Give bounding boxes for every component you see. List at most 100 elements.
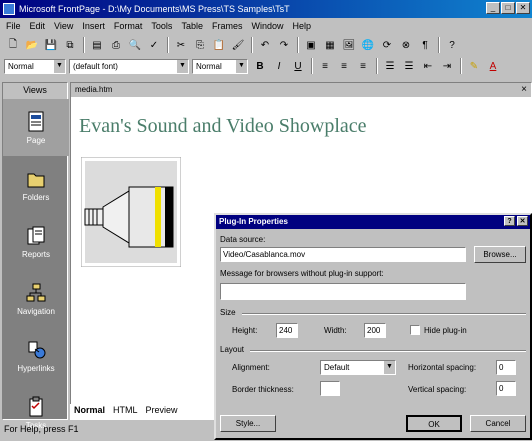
bold-icon[interactable]: B	[251, 58, 269, 74]
close-icon[interactable]: ×	[521, 83, 527, 96]
view-folders-label: Folders	[22, 192, 50, 202]
chevron-down-icon: ▼	[177, 59, 188, 73]
page-heading[interactable]: Evan's Sound and Video Showplace	[79, 115, 367, 138]
width-field[interactable]: 200	[364, 323, 386, 338]
cancel-button[interactable]: Cancel	[470, 415, 526, 432]
paste-icon[interactable]: 📋	[210, 37, 228, 53]
height-field[interactable]: 240	[276, 323, 298, 338]
menu-view[interactable]: View	[54, 21, 73, 31]
menu-help[interactable]: Help	[292, 21, 311, 31]
align-center-icon[interactable]: ≡	[335, 58, 353, 74]
tab-preview[interactable]: Preview	[142, 404, 182, 420]
size-select[interactable]: Normal ▼	[192, 58, 248, 74]
dialog-title: Plug-In Properties	[219, 217, 288, 226]
views-header: Views	[3, 83, 67, 99]
copy-icon[interactable]: ⎘	[191, 37, 209, 53]
view-reports[interactable]: Reports	[3, 213, 69, 270]
print-preview-icon[interactable]: 🔍	[126, 37, 144, 53]
width-label: Width:	[324, 326, 347, 335]
align-right-icon[interactable]: ≡	[354, 58, 372, 74]
menu-file[interactable]: File	[6, 21, 21, 31]
print-icon[interactable]: ⎙	[107, 37, 125, 53]
tab-normal[interactable]: Normal	[70, 404, 110, 420]
alignment-select[interactable]: Default ▼	[320, 360, 396, 375]
view-mode-tabs: Normal HTML Preview	[70, 404, 182, 420]
data-source-field[interactable]: Video/Casablanca.mov	[220, 247, 466, 262]
vertical-spacing-label: Vertical spacing:	[408, 385, 467, 394]
toolbar-separator	[83, 37, 85, 53]
close-icon[interactable]: ✕	[517, 216, 528, 226]
underline-icon[interactable]: U	[289, 58, 307, 74]
folder-list-icon[interactable]: ▤	[88, 37, 106, 53]
view-page[interactable]: Page	[3, 99, 69, 156]
view-hyperlinks[interactable]: Hyperlinks	[3, 327, 69, 384]
border-thickness-field[interactable]	[320, 381, 340, 396]
size-value: Normal	[196, 61, 222, 71]
menu-window[interactable]: Window	[251, 21, 283, 31]
message-field[interactable]	[220, 283, 466, 300]
numbered-list-icon[interactable]: ☰	[381, 58, 399, 74]
insert-component-icon[interactable]: ▣	[302, 37, 320, 53]
show-all-icon[interactable]: ¶	[416, 37, 434, 53]
hyperlink-icon[interactable]: 🌐	[359, 37, 377, 53]
maximize-button[interactable]: □	[501, 2, 515, 14]
format-painter-icon[interactable]: 🖌	[229, 37, 247, 53]
font-color-icon[interactable]: A	[484, 58, 502, 74]
refresh-icon[interactable]: ⟳	[378, 37, 396, 53]
view-navigation[interactable]: Navigation	[3, 270, 69, 327]
horizontal-spacing-field[interactable]: 0	[496, 360, 516, 375]
italic-icon[interactable]: I	[270, 58, 288, 74]
menu-table[interactable]: Table	[181, 21, 203, 31]
new-page-icon[interactable]: 🗋	[4, 37, 22, 53]
toolbar-separator	[376, 58, 378, 74]
redo-icon[interactable]: ↷	[275, 37, 293, 53]
decrease-indent-icon[interactable]: ⇤	[419, 58, 437, 74]
align-left-icon[interactable]: ≡	[316, 58, 334, 74]
menu-edit[interactable]: Edit	[30, 21, 46, 31]
file-tab: media.htm ×	[71, 83, 531, 97]
undo-icon[interactable]: ↶	[256, 37, 274, 53]
insert-table-icon[interactable]: ▦	[321, 37, 339, 53]
toolbar-separator	[167, 37, 169, 53]
chevron-down-icon: ▼	[384, 361, 395, 374]
folder-icon	[27, 173, 45, 187]
menu-insert[interactable]: Insert	[82, 21, 105, 31]
font-select[interactable]: (default font) ▼	[69, 58, 189, 74]
ok-button[interactable]: OK	[406, 415, 462, 432]
menu-tools[interactable]: Tools	[151, 21, 172, 31]
style-select[interactable]: Normal ▼	[4, 58, 66, 74]
tab-html[interactable]: HTML	[109, 404, 142, 420]
plugin-placeholder-image[interactable]	[81, 157, 181, 267]
hide-plugin-checkbox[interactable]	[410, 325, 420, 335]
help-icon[interactable]: ?	[443, 37, 461, 53]
highlight-icon[interactable]: ✎	[465, 58, 483, 74]
cut-icon[interactable]: ✂	[172, 37, 190, 53]
stop-icon[interactable]: ⊗	[397, 37, 415, 53]
minimize-button[interactable]: _	[486, 2, 500, 14]
page-view-icon	[28, 111, 44, 131]
publish-icon[interactable]: ⧉	[61, 37, 79, 53]
height-label: Height:	[232, 326, 258, 335]
help-icon[interactable]: ?	[504, 216, 515, 226]
menu-format[interactable]: Format	[114, 21, 143, 31]
spelling-icon[interactable]: ✓	[145, 37, 163, 53]
view-hyperlinks-label: Hyperlinks	[17, 363, 55, 373]
browse-button[interactable]: Browse...	[474, 246, 526, 263]
save-icon[interactable]: 💾	[42, 37, 60, 53]
toolbar-separator	[460, 58, 462, 74]
bulleted-list-icon[interactable]: ☰	[400, 58, 418, 74]
layout-group-divider	[250, 350, 526, 352]
hide-plugin-label: Hide plug-in	[424, 326, 467, 335]
vertical-spacing-field[interactable]: 0	[496, 381, 516, 396]
horizontal-spacing-label: Horizontal spacing:	[408, 363, 477, 372]
view-folders[interactable]: Folders	[3, 156, 69, 213]
menu-frames[interactable]: Frames	[212, 21, 243, 31]
style-button[interactable]: Style...	[220, 415, 276, 432]
increase-indent-icon[interactable]: ⇥	[438, 58, 456, 74]
insert-image-icon[interactable]: 🖼	[340, 37, 358, 53]
alignment-label: Alignment:	[232, 363, 270, 372]
close-button[interactable]: ✕	[516, 2, 530, 14]
format-toolbar: Normal ▼ (default font) ▼ Normal ▼ B I U…	[0, 56, 532, 76]
view-page-label: Page	[26, 135, 46, 145]
open-folder-icon[interactable]: 📂	[23, 37, 41, 53]
